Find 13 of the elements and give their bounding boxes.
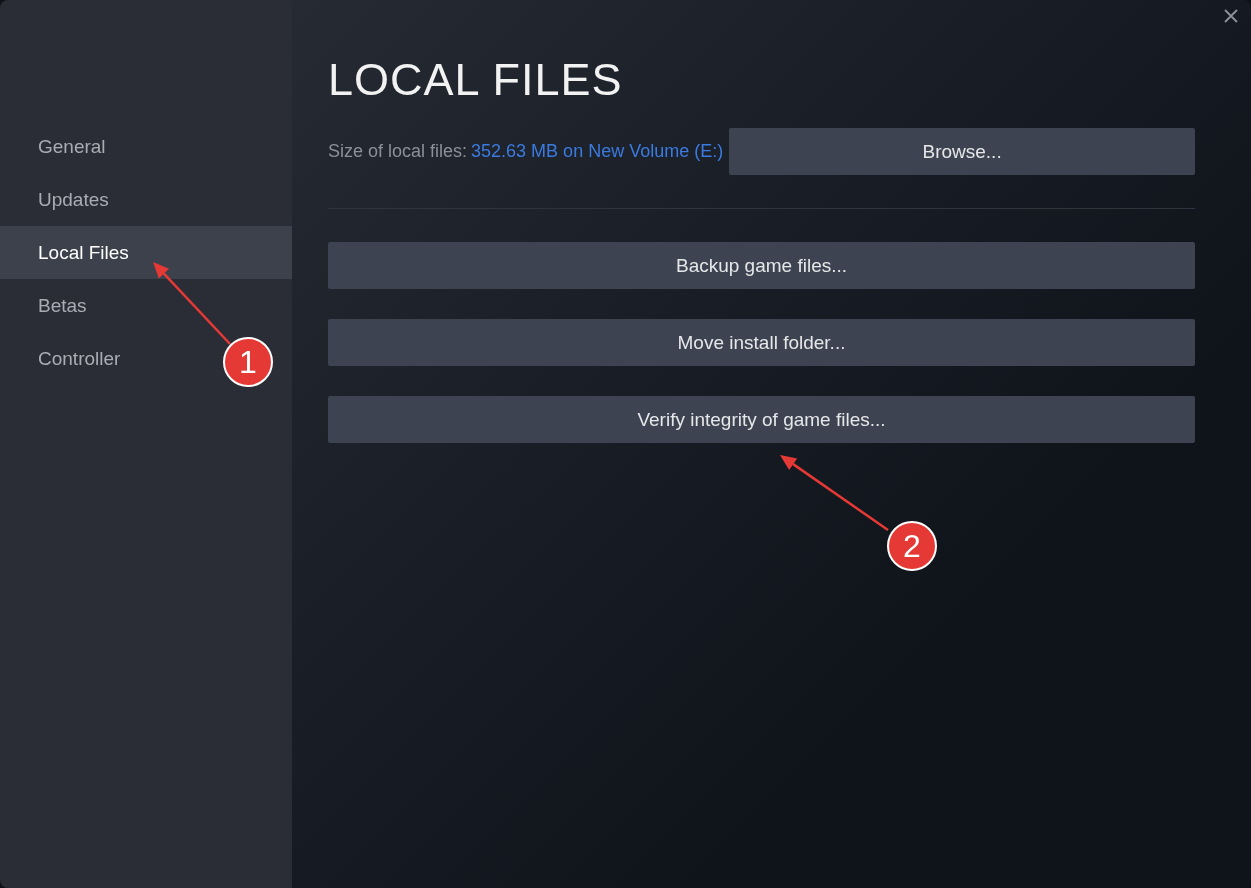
sidebar-item[interactable]: Updates: [0, 173, 147, 226]
sidebar-item[interactable]: Controller: [0, 332, 159, 385]
sidebar-item[interactable]: Local Files: [0, 226, 292, 279]
action-button[interactable]: Move install folder...: [328, 319, 1195, 366]
sidebar-item[interactable]: Betas: [0, 279, 125, 332]
action-button[interactable]: Backup game files...: [328, 242, 1195, 289]
action-button[interactable]: Verify integrity of game files...: [328, 396, 1195, 443]
browse-button[interactable]: Browse...: [729, 128, 1195, 175]
size-label: Size of local files:: [328, 141, 468, 162]
size-value: 352.63 MB on New Volume (E:): [471, 141, 724, 162]
sidebar-item[interactable]: General: [0, 120, 144, 173]
close-icon[interactable]: [1223, 8, 1239, 24]
page-title: LOCAL FILES: [328, 53, 624, 107]
